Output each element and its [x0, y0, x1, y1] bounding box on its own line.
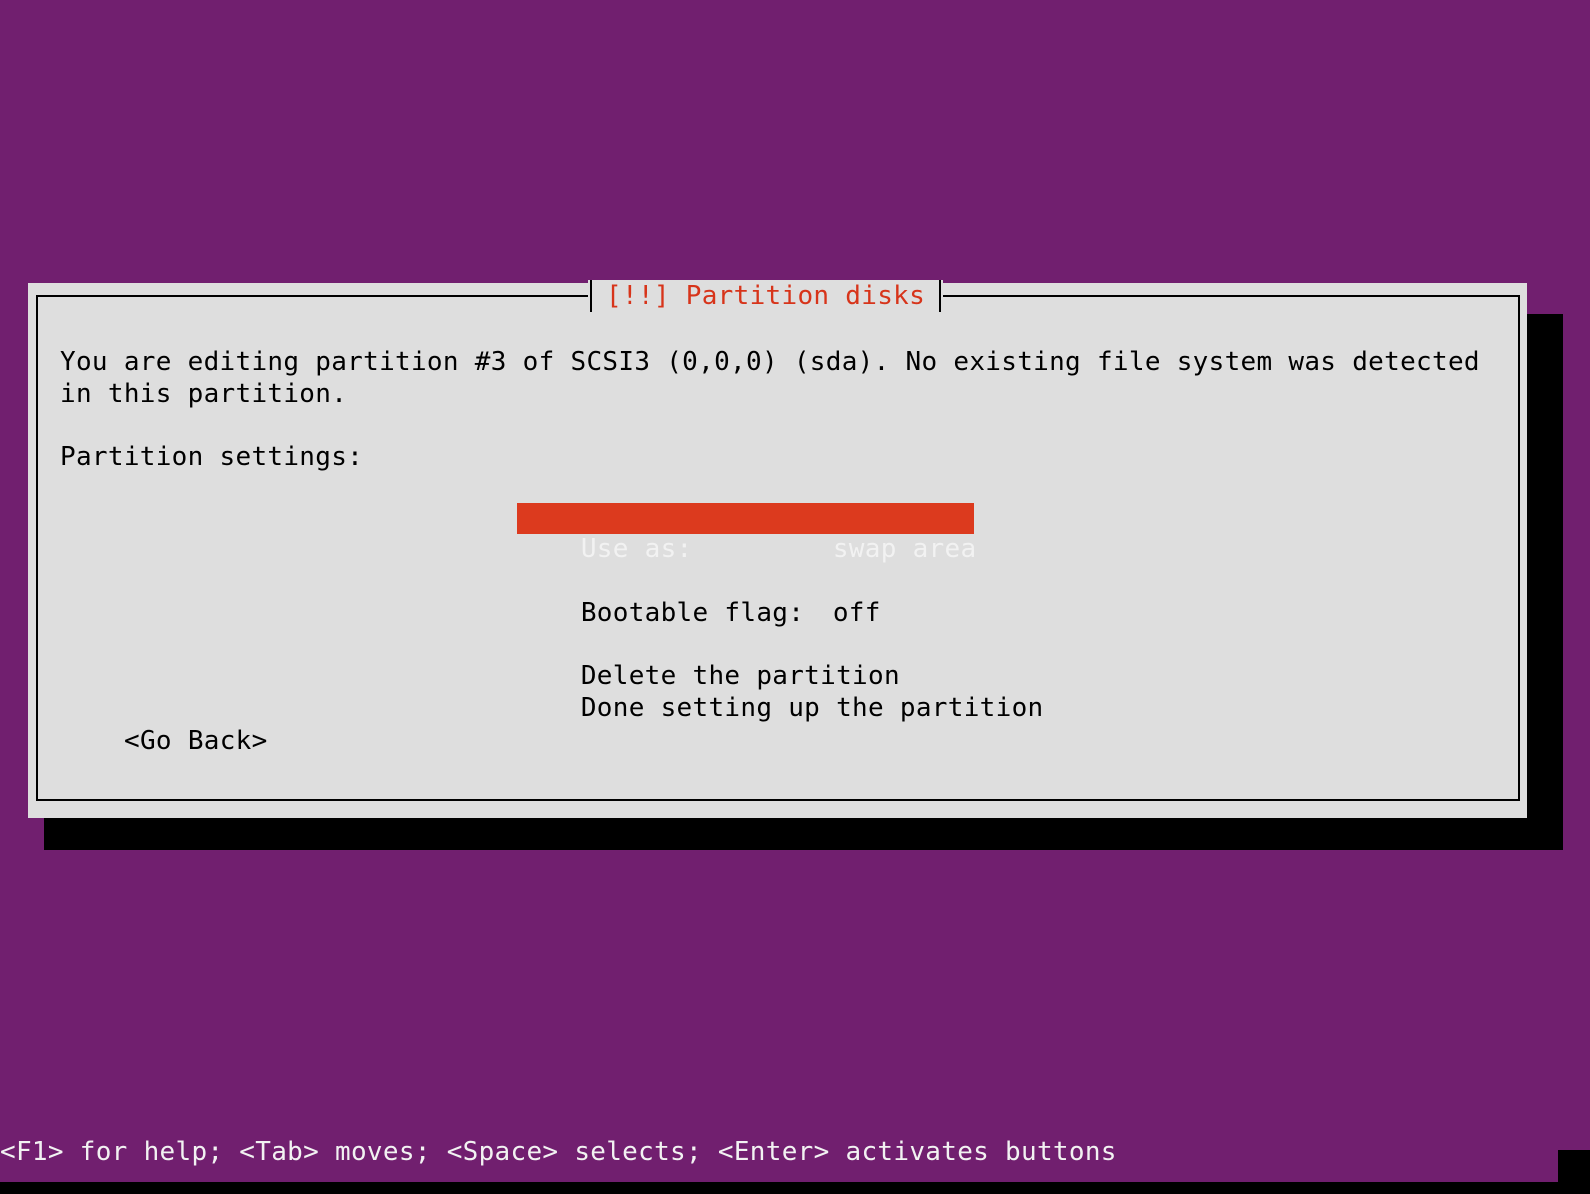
title-right-tick [939, 280, 942, 312]
partition-dialog: [!!] Partition disks You are editing par… [28, 280, 1527, 818]
menu-item-delete-partition[interactable]: Delete the partition [517, 630, 974, 691]
section-label: Partition settings: [60, 442, 364, 472]
menu-item-use-as[interactable]: Use as: swap area [517, 503, 976, 564]
menu-item-label: Use as: [580, 534, 693, 564]
description-line-2: in this partition. [60, 379, 348, 409]
menu-item-value: swap area [832, 534, 977, 564]
menu-item-label: Bootable flag: [580, 598, 805, 628]
description-line-1: You are editing partition #3 of SCSI3 (0… [60, 347, 1480, 377]
menu-item-value: off [832, 598, 881, 628]
dialog-title-bar: [!!] Partition disks [588, 280, 944, 312]
dialog-title: [!!] Partition disks [606, 281, 926, 311]
bottom-band [0, 1182, 1590, 1194]
help-bar: <F1> for help; <Tab> moves; <Space> sele… [0, 1137, 1117, 1167]
go-back-button[interactable]: <Go Back> [124, 725, 268, 757]
menu-item-done-setting-up[interactable]: Done setting up the partition [517, 662, 1043, 723]
menu-item-bootable-flag[interactable]: Bootable flag: off [517, 567, 974, 628]
menu-item-label: Done setting up the partition [580, 693, 1044, 723]
